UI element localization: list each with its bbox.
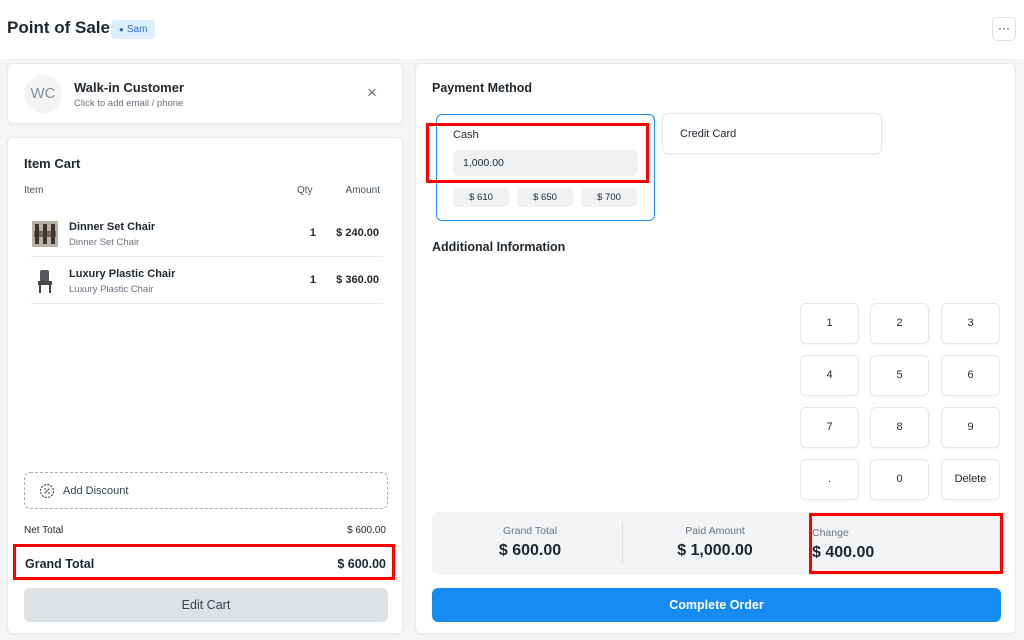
numpad-key-9[interactable]: 9 <box>941 407 1000 448</box>
complete-order-button[interactable]: Complete Order <box>432 588 1001 622</box>
payment-card: Payment Method Cash $ 610 $ 650 $ 700 Cr… <box>415 63 1016 634</box>
item-subtitle: Dinner Set Chair <box>69 237 140 248</box>
summary-change-value: $ 400.00 <box>812 544 875 561</box>
payment-summary: Grand Total $ 600.00 Paid Amount $ 1,000… <box>432 512 1003 575</box>
page-title: Point of Sale <box>7 18 110 37</box>
numpad-key-0[interactable]: 0 <box>870 459 929 500</box>
summary-paid-amount: Paid Amount $ 1,000.00 <box>622 512 808 575</box>
credit-card-payment-option[interactable]: Credit Card <box>662 113 882 154</box>
more-menu-button[interactable]: ··· <box>992 17 1016 41</box>
change-highlight: Change $ 400.00 <box>809 513 1003 574</box>
top-bar: Point of Sale ● Sam ··· <box>0 0 1024 60</box>
summary-grand-total-value: $ 600.00 <box>498 542 562 559</box>
quick-amount-button[interactable]: $ 650 <box>517 188 573 207</box>
summary-change-label: Change <box>812 527 849 539</box>
net-total-value: $ 600.00 <box>347 525 386 536</box>
numpad-key-decimal[interactable]: . <box>800 459 859 500</box>
column-header-qty: Qty <box>297 185 313 196</box>
column-header-item: Item <box>24 185 44 196</box>
item-amount: $ 240.00 <box>336 227 379 239</box>
numpad-key-8[interactable]: 8 <box>870 407 929 448</box>
numpad-key-5[interactable]: 5 <box>870 355 929 396</box>
additional-information-title: Additional Information <box>432 240 566 254</box>
grand-total-label: Grand Total <box>25 557 95 571</box>
numpad-key-3[interactable]: 3 <box>941 303 1000 344</box>
customer-subtitle: Click to add email / phone <box>74 98 184 109</box>
avatar: WC <box>24 75 62 113</box>
numpad-key-6[interactable]: 6 <box>941 355 1000 396</box>
quick-amount-button[interactable]: $ 610 <box>453 188 509 207</box>
item-qty: 1 <box>309 274 316 286</box>
customer-name: Walk-in Customer <box>74 80 185 95</box>
item-cart-card: Item Cart Item Qty Amount Dinner Set Cha… <box>7 137 403 634</box>
numpad-key-2[interactable]: 2 <box>870 303 929 344</box>
summary-grand-total: Grand Total $ 600.00 <box>432 512 628 575</box>
column-header-amount: Amount <box>345 185 380 196</box>
item-amount: $ 360.00 <box>336 274 379 286</box>
numpad-key-1[interactable]: 1 <box>800 303 859 344</box>
cash-payment-option[interactable]: Cash $ 610 $ 650 $ 700 <box>436 114 655 221</box>
cash-label: Cash <box>453 129 479 141</box>
numpad-key-7[interactable]: 7 <box>800 407 859 448</box>
net-total-label: Net Total <box>24 525 64 536</box>
numpad-key-delete[interactable]: Delete <box>941 459 1000 500</box>
payment-method-title: Payment Method <box>432 81 533 95</box>
add-discount-label: Add Discount <box>63 485 129 497</box>
edit-cart-button[interactable]: Edit Cart <box>24 588 388 622</box>
cash-amount-input[interactable] <box>453 150 638 176</box>
item-subtitle: Luxury Plastic Chair <box>69 284 154 295</box>
summary-grand-total-label: Grand Total <box>502 525 558 537</box>
item-name: Dinner Set Chair <box>69 221 156 233</box>
status-dot-icon: ● <box>119 25 124 34</box>
quick-amount-button[interactable]: $ 700 <box>581 188 637 207</box>
item-name: Luxury Plastic Chair <box>69 268 176 280</box>
cart-title: Item Cart <box>24 156 81 171</box>
summary-paid-amount-label: Paid Amount <box>685 525 745 537</box>
add-discount-button[interactable]: Add Discount <box>24 472 388 509</box>
cart-item-row[interactable]: Luxury Plastic Chair Luxury Plastic Chai… <box>30 258 383 304</box>
close-icon[interactable]: × <box>367 83 377 103</box>
plastic-chair-thumbnail-icon <box>38 270 52 293</box>
summary-paid-amount-value: $ 1,000.00 <box>677 542 753 559</box>
discount-icon <box>39 483 55 499</box>
grand-total-highlight: Grand Total $ 600.00 <box>13 544 395 580</box>
cart-item-row[interactable]: Dinner Set Chair Dinner Set Chair 1 $ 24… <box>30 211 383 257</box>
customer-card[interactable]: WC Walk-in Customer Click to add email /… <box>7 63 403 124</box>
grand-total-value: $ 600.00 <box>337 557 386 571</box>
user-badge: ● Sam <box>111 20 156 39</box>
item-qty: 1 <box>309 227 316 239</box>
numpad-key-4[interactable]: 4 <box>800 355 859 396</box>
credit-card-label: Credit Card <box>680 128 737 140</box>
user-badge-label: Sam <box>126 24 148 35</box>
dinner-chair-thumbnail-icon <box>32 221 58 247</box>
